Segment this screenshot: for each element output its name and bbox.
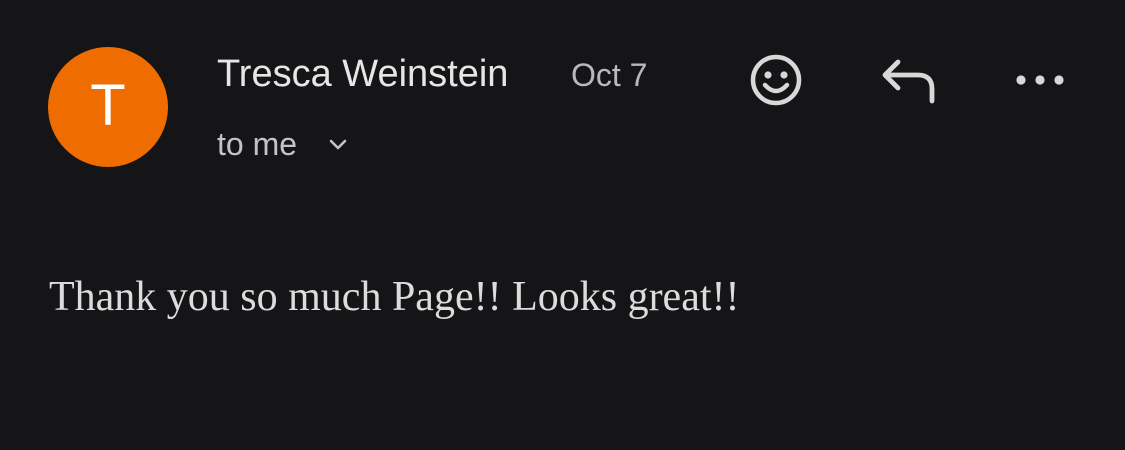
reply-button[interactable] <box>878 52 938 112</box>
sender-avatar[interactable]: T <box>48 47 168 167</box>
emoji-reaction-icon <box>747 51 805 114</box>
reply-icon <box>878 50 938 115</box>
sender-name[interactable]: Tresca Weinstein <box>217 52 508 96</box>
avatar-initial: T <box>90 73 126 138</box>
email-header: T Tresca Weinstein Oct 7 to me <box>0 0 1125 200</box>
sent-date: Oct 7 <box>571 57 648 93</box>
add-reaction-button[interactable] <box>746 52 806 112</box>
message-body: Thank you so much Page!! Looks great!! <box>49 274 740 320</box>
more-options-icon <box>1010 50 1070 115</box>
more-options-button[interactable] <box>1010 52 1070 112</box>
recipient-label: to me <box>217 126 298 162</box>
chevron-down-icon <box>327 133 349 155</box>
recipient-details-toggle[interactable]: to me <box>217 122 349 166</box>
